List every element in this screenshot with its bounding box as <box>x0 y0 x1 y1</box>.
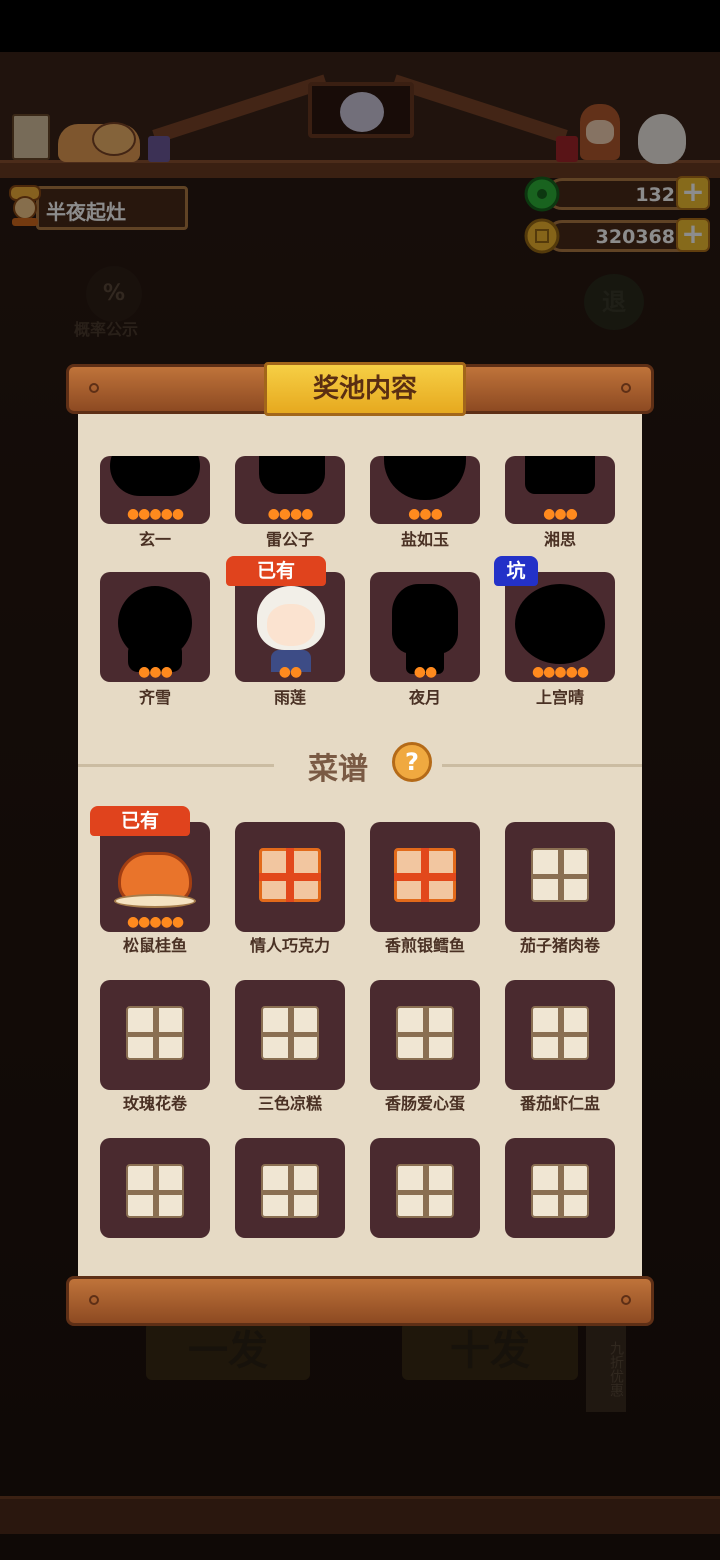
recipe-scroll-icon <box>126 1006 184 1060</box>
character-name: 玄一 <box>138 530 171 549</box>
pit-badge: 坑 <box>494 556 538 586</box>
character-card[interactable]: ●● <box>235 572 345 682</box>
recipe-card[interactable] <box>235 980 345 1090</box>
recipe-name: 香肠爱心蛋 <box>384 1094 465 1113</box>
character-name: 夜月 <box>408 688 441 707</box>
character-name: 齐雪 <box>138 688 171 707</box>
plate-icon <box>114 894 196 908</box>
modal-title: 奖池内容 <box>264 362 466 416</box>
recipe-scroll-icon <box>531 1006 589 1060</box>
rarity-stars: ●●●●● <box>126 914 184 930</box>
character-name: 雨莲 <box>273 688 306 707</box>
recipe-card[interactable] <box>505 1138 615 1238</box>
prize-pool-modal: ●●●●● 玄一 ●●●● 雷公子 ●●● 盐如玉 ●●● 湘思 ●●● 齐雪 … <box>78 398 642 1276</box>
recipe-section-title: 菜谱 <box>308 752 368 787</box>
recipe-name: 香煎银鳕鱼 <box>384 936 465 955</box>
rarity-stars: ●●● <box>138 664 173 680</box>
help-icon[interactable]: ? <box>392 742 432 782</box>
divider <box>442 764 642 767</box>
recipe-card[interactable] <box>370 822 480 932</box>
character-card[interactable]: ●● <box>370 572 480 682</box>
scroll-rod-bottom <box>66 1276 654 1326</box>
character-card[interactable]: ●●●●● <box>100 456 210 524</box>
rarity-stars: ●●●●● <box>126 506 184 522</box>
recipe-card[interactable]: ●●●●● <box>100 822 210 932</box>
rarity-stars: ●●● <box>543 506 578 522</box>
character-card[interactable]: ●●● <box>100 572 210 682</box>
recipe-card[interactable] <box>370 1138 480 1238</box>
rarity-stars: ●●●● <box>267 506 314 522</box>
gift-recipe-icon <box>259 848 321 902</box>
recipe-scroll-icon <box>396 1164 454 1218</box>
recipe-card[interactable] <box>100 1138 210 1238</box>
owned-badge: 已有 <box>226 556 326 586</box>
recipe-card[interactable] <box>505 980 615 1090</box>
recipe-scroll-icon <box>261 1164 319 1218</box>
recipe-name: 松鼠桂鱼 <box>122 936 187 955</box>
recipe-name: 番茄虾仁盅 <box>519 1094 600 1113</box>
divider <box>78 764 274 767</box>
recipe-scroll-icon <box>396 1006 454 1060</box>
recipe-scroll-icon <box>531 848 589 902</box>
character-card[interactable]: ●●● <box>505 456 615 524</box>
rarity-stars: ●● <box>413 664 437 680</box>
character-name: 雷公子 <box>265 530 314 549</box>
recipe-scroll-icon <box>261 1006 319 1060</box>
rarity-stars: ●●●●● <box>531 664 589 680</box>
character-card[interactable]: ●●●● <box>235 456 345 524</box>
gift-recipe-icon <box>394 848 456 902</box>
character-card[interactable]: ●●●●● <box>505 572 615 682</box>
recipe-card[interactable] <box>370 980 480 1090</box>
recipe-scroll-icon <box>531 1164 589 1218</box>
character-name: 上宫晴 <box>535 688 584 707</box>
character-name: 湘思 <box>543 530 576 549</box>
recipe-name: 情人巧克力 <box>249 936 330 955</box>
rarity-stars: ●●● <box>408 506 443 522</box>
recipe-card[interactable] <box>100 980 210 1090</box>
recipe-card[interactable] <box>505 822 615 932</box>
recipe-name: 玫瑰花卷 <box>122 1094 187 1113</box>
recipe-name: 三色凉糕 <box>257 1094 322 1113</box>
rarity-stars: ●● <box>278 664 302 680</box>
character-card[interactable]: ●●● <box>370 456 480 524</box>
status-bar <box>0 0 720 52</box>
character-name: 盐如玉 <box>400 530 449 549</box>
recipe-card[interactable] <box>235 822 345 932</box>
recipe-name: 茄子猪肉卷 <box>519 936 600 955</box>
owned-badge: 已有 <box>90 806 190 836</box>
recipe-scroll-icon <box>126 1164 184 1218</box>
recipe-card[interactable] <box>235 1138 345 1238</box>
